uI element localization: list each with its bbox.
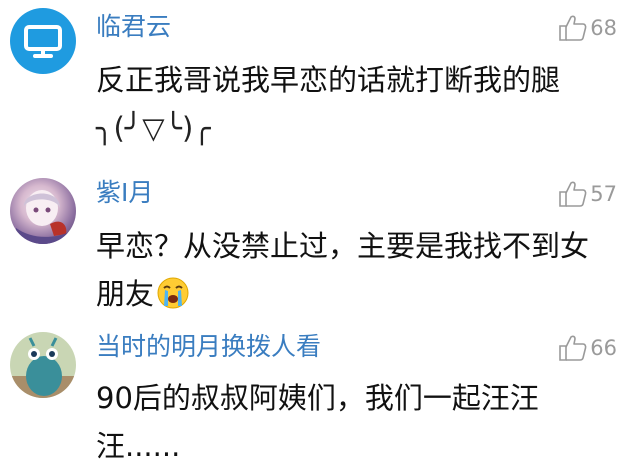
comment-text-fragment: 朋友 [96,277,155,311]
thumbs-up-icon [559,181,587,207]
comment-item: 当时的明月换拨人看 66 90后的叔叔阿姨们，我们一起汪汪汪...... [0,322,635,463]
comment-text-line: 早恋？从没禁止过，主要是我找不到女 [96,229,590,263]
comment-text-line-with-emoji: 朋友 [96,270,615,318]
like-count: 68 [590,16,617,40]
cartoon-creature-avatar-icon [10,337,76,398]
comment-text-line: ╮(╯▽╰)╭ [96,111,211,145]
avatar[interactable] [10,178,76,244]
comment-item: 紫I月 57 早恋？从没禁止过，主要是我找不到女 朋友 [0,170,635,320]
monitor-icon [24,25,62,58]
comment-text-line: 反正我哥说我早恋的话就打断我的腿 [96,63,561,97]
like-button[interactable]: 68 [558,14,617,42]
comment-text-line: 90后的叔叔阿姨们，我们一起汪汪汪...... [96,381,539,463]
comment-text: 早恋？从没禁止过，主要是我找不到女 朋友 [96,222,615,318]
like-button[interactable]: 57 [558,180,617,208]
avatar[interactable] [10,8,76,74]
thumbs-up-icon [559,15,587,41]
anime-girl-avatar-icon [16,190,70,244]
avatar[interactable] [10,332,76,398]
crying-face-emoji-icon [157,277,189,309]
comment-text: 90后的叔叔阿姨们，我们一起汪汪汪...... [96,374,615,470]
like-button[interactable]: 66 [558,334,617,362]
like-count: 57 [590,182,617,206]
thumbs-up-icon [559,335,587,361]
username[interactable]: 当时的明月换拨人看 [96,332,321,362]
username[interactable]: 临君云 [96,12,171,42]
like-count: 66 [590,336,617,360]
comment-item: 临君云 68 反正我哥说我早恋的话就打断我的腿 ╮(╯▽╰)╭ [0,0,635,145]
comment-text: 反正我哥说我早恋的话就打断我的腿 ╮(╯▽╰)╭ [96,56,615,152]
username[interactable]: 紫I月 [96,178,153,208]
